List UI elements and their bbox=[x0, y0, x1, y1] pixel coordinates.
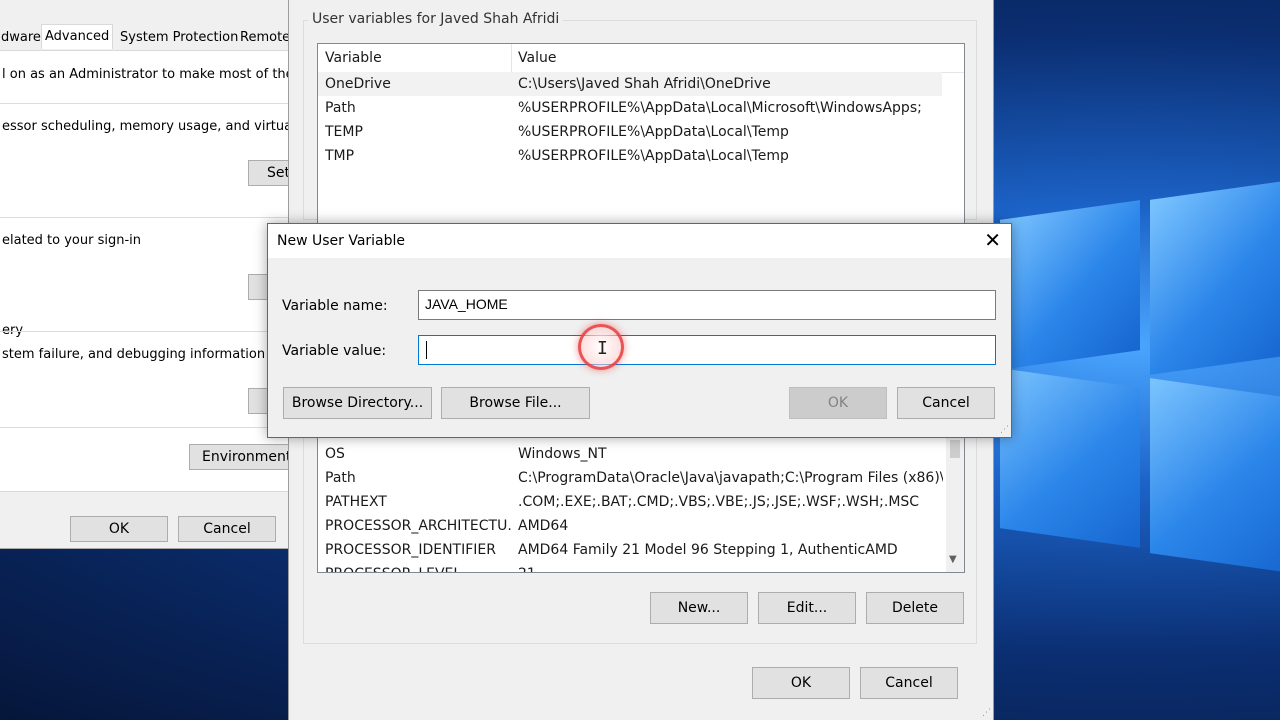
variable-value-input[interactable] bbox=[418, 335, 996, 365]
browse-file-button[interactable]: Browse File... bbox=[441, 387, 590, 419]
ok-button[interactable]: OK bbox=[789, 387, 887, 419]
cell-value: %USERPROFILE%\AppData\Local\Temp bbox=[518, 148, 789, 164]
cell-value: %USERPROFILE%\AppData\Local\Temp bbox=[518, 124, 789, 140]
cell-name: TMP bbox=[325, 148, 355, 164]
environment-variables-button[interactable]: Environment V bbox=[189, 444, 299, 470]
text-caret bbox=[426, 341, 427, 359]
divider bbox=[0, 427, 290, 428]
divider bbox=[0, 103, 290, 104]
tab-advanced[interactable]: Advanced bbox=[41, 24, 114, 49]
edit-system-variable-button[interactable]: Edit... bbox=[758, 592, 856, 624]
tab-remote[interactable]: Remote bbox=[237, 28, 293, 48]
list-header: Variable Value bbox=[318, 44, 964, 73]
logo-pane-top-right bbox=[1150, 180, 1280, 375]
close-icon[interactable]: ✕ bbox=[984, 230, 1001, 250]
performance-description: essor scheduling, memory usage, and virt… bbox=[2, 119, 321, 134]
cell-name: Path bbox=[325, 100, 356, 116]
cancel-button[interactable]: Cancel bbox=[897, 387, 995, 419]
dialog-titlebar[interactable]: New User Variable ✕ bbox=[268, 224, 1011, 258]
ibeam-cursor-icon: I bbox=[597, 338, 608, 359]
table-row[interactable]: TMP %USERPROFILE%\AppData\Local\Temp bbox=[318, 144, 964, 168]
system-cancel-button[interactable]: Cancel bbox=[178, 516, 276, 542]
table-row[interactable]: OneDrive C:\Users\Javed Shah Afridi\OneD… bbox=[318, 72, 942, 96]
column-value[interactable]: Value bbox=[511, 44, 556, 72]
divider bbox=[0, 217, 290, 218]
delete-system-variable-button[interactable]: Delete bbox=[866, 592, 964, 624]
resize-grip-icon[interactable]: ⋰ bbox=[1000, 425, 1009, 435]
logo-pane-bottom-left bbox=[1000, 368, 1140, 548]
tab-hardware[interactable]: dware bbox=[0, 28, 44, 48]
cell-value: C:\Users\Javed Shah Afridi\OneDrive bbox=[518, 76, 771, 92]
windows-logo-wallpaper bbox=[990, 0, 1280, 720]
dialog-title: New User Variable bbox=[277, 233, 406, 249]
advanced-tab-panel bbox=[0, 50, 290, 492]
table-row[interactable]: TEMP %USERPROFILE%\AppData\Local\Temp bbox=[318, 120, 964, 144]
tab-strip: dware Advanced System Protection Remote bbox=[0, 24, 293, 50]
user-profiles-description: elated to your sign-in bbox=[2, 233, 142, 248]
logo-pane-bottom-right bbox=[1150, 378, 1280, 573]
cell-name: TEMP bbox=[325, 124, 363, 140]
new-user-variable-dialog: New User Variable ✕ Variable name: JAVA_… bbox=[267, 223, 1012, 438]
user-variables-list[interactable]: Variable Value OneDrive C:\Users\Javed S… bbox=[317, 43, 965, 233]
cell-value: %USERPROFILE%\AppData\Local\Microsoft\Wi… bbox=[518, 100, 922, 116]
variable-name-label: Variable name: bbox=[282, 298, 388, 314]
variable-value-label: Variable value: bbox=[282, 343, 387, 359]
system-ok-button[interactable]: OK bbox=[70, 516, 168, 542]
logo-pane-top-left bbox=[1000, 200, 1140, 370]
env-cancel-button[interactable]: Cancel bbox=[860, 667, 958, 699]
cell-name: OneDrive bbox=[325, 76, 391, 92]
tab-system-protection[interactable]: System Protection bbox=[117, 28, 241, 48]
env-ok-button[interactable]: OK bbox=[752, 667, 850, 699]
variable-name-input[interactable]: JAVA_HOME bbox=[418, 290, 996, 320]
divider bbox=[0, 331, 290, 332]
new-system-variable-button[interactable]: New... bbox=[650, 592, 748, 624]
browse-directory-button[interactable]: Browse Directory... bbox=[283, 387, 432, 419]
user-variables-title: User variables for Javed Shah Afridi bbox=[308, 11, 564, 27]
startup-recovery-description: stem failure, and debugging information bbox=[2, 347, 266, 362]
system-properties-dialog: dware Advanced System Protection Remote … bbox=[0, 0, 336, 549]
table-row[interactable]: Path %USERPROFILE%\AppData\Local\Microso… bbox=[318, 96, 964, 120]
resize-grip-icon[interactable]: ⋰ bbox=[982, 708, 991, 718]
admin-note: l on as an Administrator to make most of… bbox=[2, 67, 336, 82]
column-variable[interactable]: Variable bbox=[318, 44, 382, 72]
